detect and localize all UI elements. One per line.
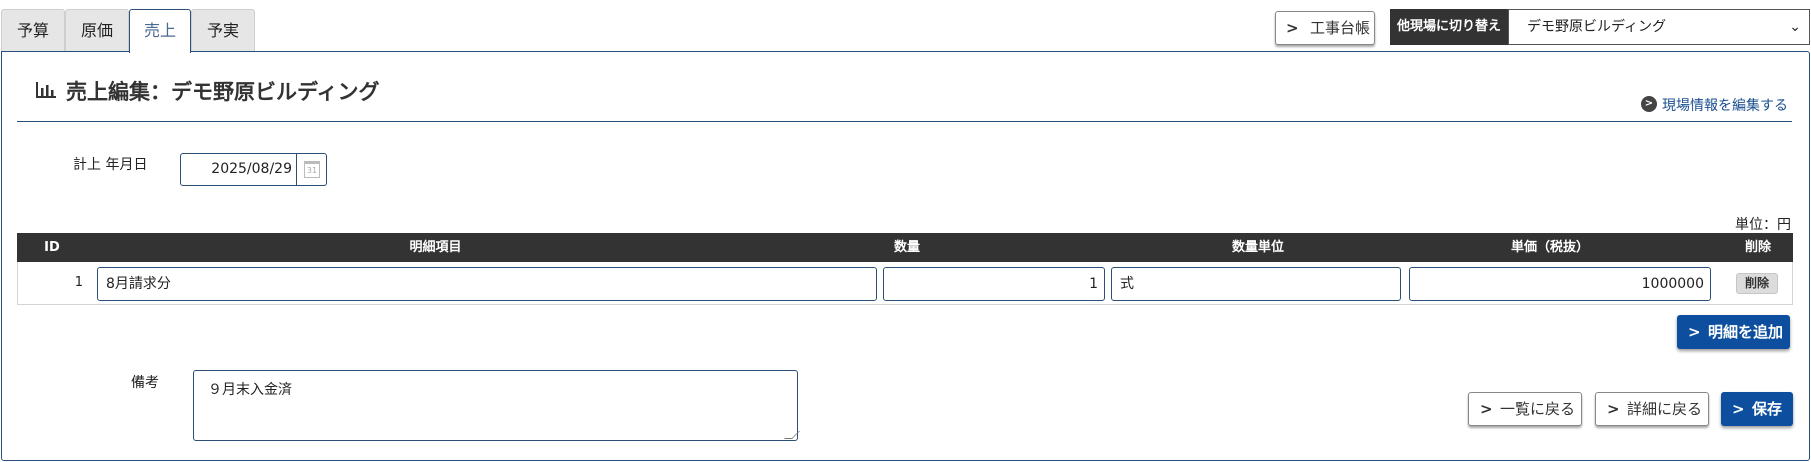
- page-title: 売上編集：デモ野原ビルディング: [66, 80, 380, 104]
- delete-row-button[interactable]: 削除: [1736, 273, 1778, 294]
- save-button[interactable]: > 保存: [1721, 392, 1793, 426]
- quantity-input[interactable]: 1: [883, 267, 1105, 301]
- chevron-right-icon: >: [1688, 323, 1701, 341]
- column-header-item: 明細項目: [409, 240, 462, 255]
- save-label: 保存: [1752, 400, 1783, 418]
- site-select[interactable]: デモ野原ビルディング ⌄: [1508, 9, 1810, 45]
- add-line-item-button[interactable]: > 明細を追加: [1677, 315, 1790, 349]
- memo-textarea[interactable]: ９月末入金済: [193, 370, 800, 441]
- tab-budget[interactable]: 予算: [1, 9, 65, 52]
- chevron-circle-right-icon: >: [1641, 96, 1657, 112]
- tab-sales[interactable]: 売上: [129, 9, 191, 53]
- back-to-list-label: 一覧に戻る: [1500, 400, 1576, 418]
- memo-text: ９月末入金済: [208, 382, 292, 398]
- column-header-delete: 削除: [1744, 240, 1771, 255]
- table-header: ID 明細項目 数量 数量単位 単価（税抜） 削除: [17, 233, 1793, 262]
- tab-label: 原価: [80, 21, 113, 40]
- title-divider: [17, 121, 1792, 122]
- posting-date-input[interactable]: 2025/08/29: [180, 153, 297, 186]
- construction-ledger-label: 工事台帳: [1310, 19, 1371, 37]
- chevron-right-icon: >: [1286, 19, 1299, 37]
- column-header-id: ID: [44, 240, 60, 255]
- tab-label: 予実: [206, 21, 239, 40]
- bar-chart-icon: [36, 82, 56, 98]
- line-item-input[interactable]: 8月請求分: [97, 267, 877, 301]
- currency-unit-note: 単位：円: [1735, 217, 1791, 233]
- calendar-icon: 31: [304, 161, 320, 178]
- site-select-value: デモ野原ビルディング: [1527, 19, 1667, 35]
- chevron-right-icon: >: [1732, 400, 1745, 418]
- construction-ledger-button[interactable]: > 工事台帳: [1275, 11, 1375, 45]
- switch-site-label: 他現場に切り替え: [1390, 9, 1508, 45]
- tab-budget-actual[interactable]: 予実: [191, 9, 255, 52]
- tab-label: 売上: [143, 21, 176, 40]
- row-id: 1: [74, 275, 83, 290]
- tab-label: 予算: [16, 21, 49, 40]
- back-to-detail-button[interactable]: > 詳細に戻る: [1595, 392, 1709, 426]
- chevron-right-icon: >: [1480, 400, 1493, 418]
- quantity-unit-input[interactable]: 式: [1111, 267, 1401, 301]
- resize-grip-icon[interactable]: [784, 431, 800, 439]
- add-line-item-label: 明細を追加: [1708, 323, 1784, 341]
- unit-price-input[interactable]: 1000000: [1409, 267, 1711, 301]
- column-header-unit: 数量単位: [1231, 240, 1284, 255]
- tab-cost[interactable]: 原価: [65, 9, 129, 52]
- edit-site-info-label: 現場情報を編集する: [1662, 98, 1788, 114]
- back-to-list-button[interactable]: > 一覧に戻る: [1468, 392, 1582, 426]
- column-header-price: 単価（税抜）: [1510, 240, 1589, 255]
- chevron-right-icon: >: [1607, 400, 1620, 418]
- date-picker-button[interactable]: 31: [297, 153, 327, 186]
- column-header-qty: 数量: [893, 240, 920, 255]
- memo-label: 備考: [131, 375, 159, 391]
- back-to-detail-label: 詳細に戻る: [1627, 400, 1703, 418]
- posting-date-label: 計上 年月日: [73, 157, 148, 173]
- chevron-down-icon: ⌄: [1789, 19, 1801, 35]
